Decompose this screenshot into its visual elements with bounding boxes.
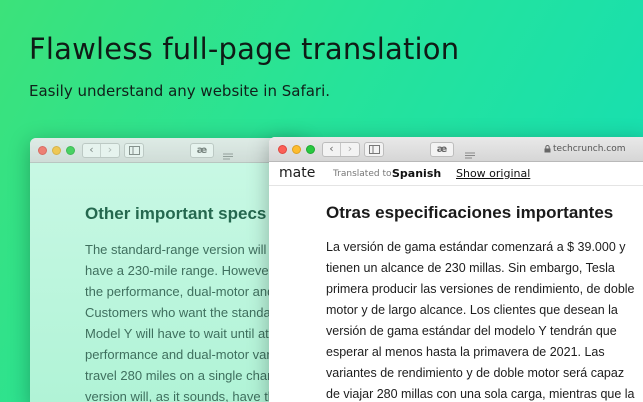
back-button[interactable]: ‹	[323, 143, 341, 156]
show-original-link[interactable]: Show original	[456, 167, 530, 180]
browser-toolbar: ‹ › æ techcrunch.com	[269, 137, 643, 162]
paragraph-line: tienen un alcance de 230 millas. Sin emb…	[326, 261, 615, 275]
sidebar-icon	[128, 146, 140, 155]
nav-buttons: ‹ ›	[82, 143, 120, 158]
paragraph-line: variantes de rendimiento y de doble moto…	[326, 366, 625, 380]
paragraph-line: motor y de largo alcance. Los clientes q…	[326, 303, 618, 317]
sidebar-button[interactable]	[364, 142, 384, 157]
original-browser-window: ‹ › æ Other important specs The standard…	[30, 138, 305, 402]
translated-to-label: Translated to:	[333, 169, 395, 179]
forward-button[interactable]: ›	[341, 143, 359, 156]
close-window-button[interactable]	[38, 146, 47, 155]
back-button[interactable]: ‹	[83, 144, 101, 157]
nav-buttons: ‹ ›	[322, 142, 360, 157]
zoom-window-button[interactable]	[66, 146, 75, 155]
article-paragraph: La versión de gama estándar comenzará a …	[326, 237, 643, 402]
mate-extension-button[interactable]: æ	[190, 143, 214, 158]
article-heading: Otras especificaciones importantes	[326, 203, 614, 222]
headline: Flawless full-page translation	[29, 32, 460, 66]
paragraph-line: primera producir las versiones de rendim…	[326, 282, 635, 296]
sidebar-icon	[368, 145, 380, 154]
mate-extension-button[interactable]: æ	[430, 142, 454, 157]
address-bar[interactable]: techcrunch.com	[553, 144, 626, 154]
mate-translation-bar: mate Translated to: Spanish Show origina…	[269, 162, 643, 186]
minimize-window-button[interactable]	[292, 145, 301, 154]
zoom-window-button[interactable]	[306, 145, 315, 154]
minimize-window-button[interactable]	[52, 146, 61, 155]
subheadline: Easily understand any website in Safari.	[29, 82, 331, 100]
target-language[interactable]: Spanish	[392, 167, 441, 180]
page-content: mate Translated to: Spanish Show origina…	[269, 162, 643, 402]
lock-icon	[544, 145, 551, 153]
forward-button[interactable]: ›	[101, 144, 119, 157]
article-heading: Other important specs	[85, 204, 267, 223]
paragraph-line: La versión de gama estándar comenzará a …	[326, 240, 626, 254]
close-window-button[interactable]	[278, 145, 287, 154]
mate-logo: mate	[279, 165, 316, 181]
translated-browser-window: ‹ › æ techcrunch.com mate Translated to:…	[269, 137, 643, 402]
paragraph-line: esperar al menos hasta la primavera de 2…	[326, 345, 605, 359]
paragraph-line: versión de gama estándar del modelo Y te…	[326, 324, 617, 338]
sidebar-button[interactable]	[124, 143, 144, 158]
browser-toolbar: ‹ › æ	[30, 138, 305, 163]
paragraph-line: de viajar 280 millas con una sola carga,…	[326, 387, 635, 401]
